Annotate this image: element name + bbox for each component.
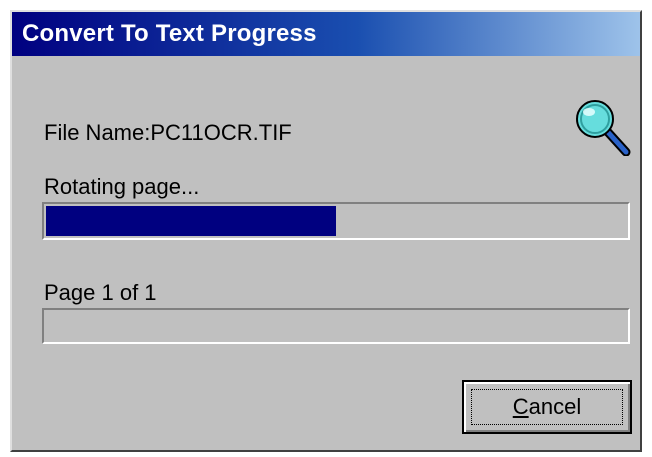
cancel-label-rest: ancel <box>528 394 582 419</box>
status-text: Rotating page... <box>44 174 200 199</box>
cancel-button-label: Cancel <box>513 394 581 420</box>
title-bar[interactable]: Convert To Text Progress <box>12 12 640 56</box>
search-icon <box>576 100 631 156</box>
cancel-mnemonic: C <box>512 394 529 419</box>
page-progress-bar <box>42 308 630 344</box>
file-progress-fill <box>46 206 336 236</box>
cancel-button[interactable]: Cancel <box>462 380 632 434</box>
page-count-label: Page 1 of 1 <box>44 280 157 305</box>
file-progress-bar <box>42 202 630 240</box>
progress-dialog: Convert To Text Progress File Name:PC11O… <box>10 10 642 452</box>
file-name-label: File Name:PC11OCR.TIF <box>44 120 292 145</box>
window-title: Convert To Text Progress <box>22 20 317 47</box>
